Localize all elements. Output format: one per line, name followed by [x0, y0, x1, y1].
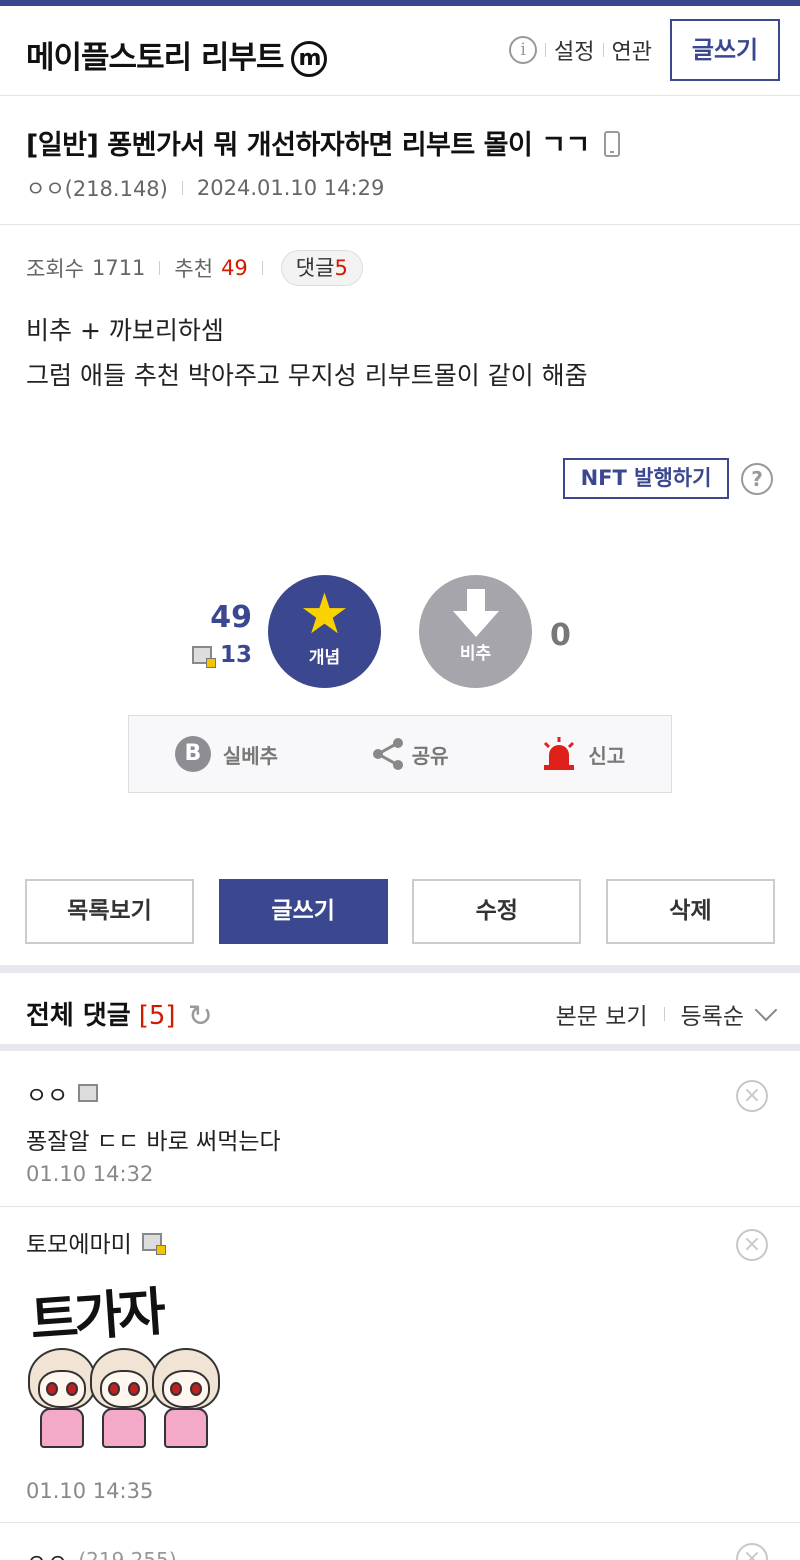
report-button[interactable]: 신고 — [540, 735, 625, 773]
downvote-count: 0 — [550, 618, 571, 653]
best-recommend-button[interactable]: B 실베추 — [174, 736, 279, 772]
fixed-user-upvote-count: 13 — [190, 642, 252, 668]
write-button-top[interactable]: 글쓰기 — [670, 19, 780, 81]
share-label: 공유 — [411, 743, 449, 768]
comment-label: 댓글 — [295, 256, 335, 280]
post-title: [일반] 퐁벤가서 뭐 개선하자하면 리부트 몰이 ㄱㄱ — [26, 123, 620, 162]
dccon-sticker-image[interactable]: 트가자 — [26, 1266, 234, 1473]
best-icon: B — [174, 736, 211, 772]
divider — [602, 43, 604, 57]
help-icon[interactable]: ? — [741, 463, 773, 495]
comments-title: 전체 댓글 [5] ↻ — [26, 995, 213, 1034]
divider — [545, 43, 547, 57]
fixed-nick-icon — [191, 646, 216, 668]
comment-time: 01.10 14:35 — [26, 1479, 154, 1503]
recommend-label: 추천 — [174, 257, 214, 281]
post-date: 2024.01.10 14:29 — [196, 176, 385, 200]
delete-button[interactable]: 삭제 — [605, 879, 775, 944]
comments-header: 전체 댓글 [5] ↻ 본문 보기 등록순 — [0, 973, 800, 1051]
fixed-nick-icon — [78, 1084, 99, 1102]
comment-author-ip: (219.255) — [78, 1548, 177, 1560]
upvote-count: 49 — [210, 600, 252, 635]
comments-count: [5] — [138, 1001, 176, 1031]
delete-comment-icon[interactable]: × — [736, 1229, 768, 1261]
minor-gallery-icon: m — [291, 41, 328, 77]
views-label: 조회수 — [26, 257, 84, 281]
header-actions: i 설정 연관 글쓰기 — [509, 19, 780, 81]
sort-select[interactable]: 등록순 — [681, 997, 744, 1031]
divider — [663, 1007, 665, 1021]
upvote-label: 개념 — [308, 648, 341, 668]
gallery-name-text[interactable]: 메이플스토리 리부트 — [26, 40, 284, 76]
gallery-title[interactable]: 메이플스토리 리부트 m — [26, 32, 328, 77]
divider — [261, 261, 263, 275]
fixed-upvote-number: 13 — [219, 642, 252, 668]
fixed-nick-icon — [141, 1233, 166, 1255]
info-icon[interactable]: i — [509, 36, 538, 64]
gallery-header: 메이플스토리 리부트 m i 설정 연관 글쓰기 — [0, 6, 800, 96]
post-stats: 조회수 1711 추천 49 댓글5 — [26, 250, 363, 286]
nft-issue-button[interactable]: NFT 발행하기 — [563, 458, 729, 499]
views-count: 1711 — [91, 256, 146, 280]
edit-button[interactable]: 수정 — [412, 879, 582, 944]
post-body-line: 비추 + 까보리하셈 — [26, 316, 224, 345]
comment-author-name[interactable]: ㅇㅇ — [26, 1076, 68, 1110]
chibi-character — [148, 1348, 224, 1458]
report-label: 신고 — [588, 743, 626, 768]
post-actions: B 실베추 공유 신고 — [128, 715, 672, 793]
comment-time: 01.10 14:32 — [26, 1162, 154, 1186]
best-label: 실베추 — [222, 743, 279, 768]
post-button-row: 목록보기 글쓰기 수정 삭제 — [25, 879, 775, 944]
recommend-count: 49 — [221, 256, 248, 280]
comments-controls: 본문 보기 등록순 — [556, 997, 778, 1031]
post-body-line: 그럼 애들 추천 박아주고 무지성 리부트몰이 같이 해줌 — [26, 361, 588, 390]
comment-author-name[interactable]: 토모에마미 — [26, 1225, 132, 1259]
comment-count-badge[interactable]: 댓글5 — [280, 250, 363, 286]
star-icon: ★ — [299, 582, 350, 647]
comments-title-text: 전체 댓글 — [26, 1001, 131, 1031]
down-arrow-icon — [452, 589, 499, 639]
related-link[interactable]: 연관 — [612, 34, 652, 66]
view-body-link[interactable]: 본문 보기 — [556, 997, 648, 1031]
list-button[interactable]: 목록보기 — [25, 879, 194, 944]
post-author[interactable]: ㅇㅇ(218.148) — [26, 173, 168, 203]
downvote-button[interactable]: 비추 — [419, 575, 532, 688]
post-meta: ㅇㅇ(218.148) 2024.01.10 14:29 — [26, 173, 384, 203]
upvote-button[interactable]: ★ 개념 — [268, 575, 381, 688]
comment-item: ㅇㅇ 퐁잘알 ㄷㄷ 바로 써먹는다 01.10 14:32 × — [0, 1058, 800, 1207]
siren-icon — [544, 737, 575, 770]
post-title-text: [일반] 퐁벤가서 뭐 개선하자하면 리부트 몰이 ㄱㄱ — [26, 130, 590, 161]
post-body: 비추 + 까보리하셈 그럼 애들 추천 박아주고 무지성 리부트몰이 같이 해줌 — [26, 308, 588, 398]
downvote-label: 비추 — [459, 644, 492, 664]
mobile-icon — [603, 131, 620, 157]
write-button[interactable]: 글쓰기 — [218, 879, 388, 944]
refresh-icon[interactable]: ↻ — [188, 999, 213, 1034]
comment-author: ㅇㅇ (219.255) — [26, 1543, 177, 1560]
divider — [159, 261, 161, 275]
divider — [181, 181, 183, 195]
share-button[interactable]: 공유 — [370, 736, 449, 772]
comment-author: ㅇㅇ — [26, 1076, 99, 1110]
section-divider — [0, 965, 800, 973]
share-icon — [372, 738, 403, 770]
dccon-text: 트가자 — [28, 1282, 164, 1352]
comment-text: 퐁잘알 ㄷㄷ 바로 써먹는다 — [26, 1129, 281, 1155]
delete-comment-icon[interactable]: × — [736, 1080, 768, 1112]
settings-link[interactable]: 설정 — [554, 34, 594, 66]
delete-comment-icon[interactable]: × — [736, 1543, 768, 1560]
post-title-area: [일반] 퐁벤가서 뭐 개선하자하면 리부트 몰이 ㄱㄱ ㅇㅇ(218.148)… — [0, 97, 800, 225]
comment-author: 토모에마미 — [26, 1225, 166, 1259]
comment-count: 5 — [334, 256, 348, 280]
comment-item: ㅇㅇ (219.255) × — [0, 1523, 800, 1560]
chevron-down-icon[interactable] — [754, 998, 778, 1022]
comment-author-name[interactable]: ㅇㅇ — [26, 1543, 68, 1560]
